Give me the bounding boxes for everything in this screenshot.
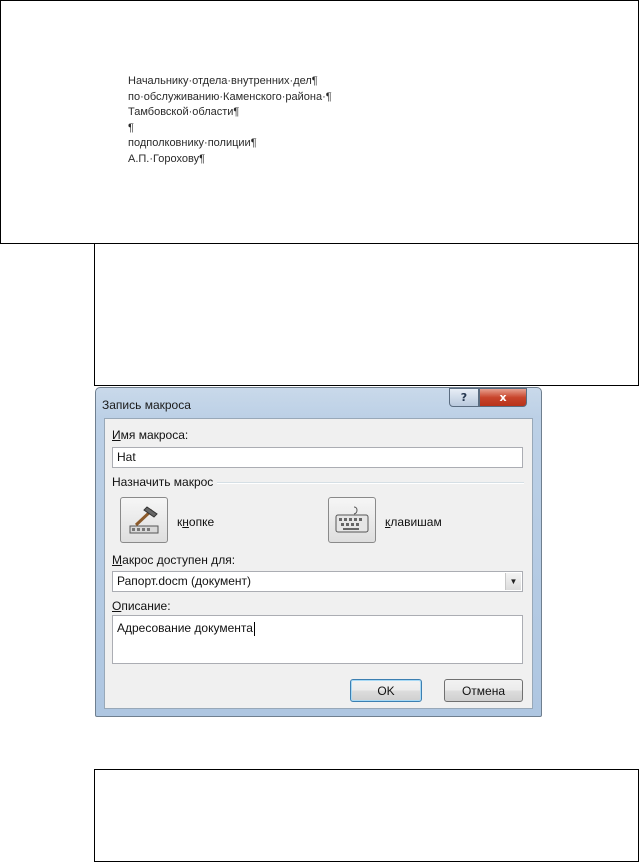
help-icon: ?	[460, 391, 468, 404]
help-button[interactable]: ?	[449, 388, 479, 407]
assign-separator	[217, 482, 524, 484]
hammer-icon	[129, 506, 159, 534]
cancel-button[interactable]: Отмена	[444, 679, 523, 702]
description-value: Адресование документа	[117, 621, 253, 635]
document-line: подполковнику·полиции¶	[128, 137, 257, 149]
text-cursor	[253, 621, 255, 636]
keyboard-option-label: клавишам	[385, 515, 442, 529]
assign-to-keyboard-button[interactable]	[328, 497, 376, 543]
document-line: по·обслуживанию·Каменского·района·¶	[128, 90, 332, 103]
description-label: Описание:	[112, 599, 171, 613]
document-frame-middle	[94, 243, 639, 386]
dialog-titlebar[interactable]: Запись макроса ? x	[96, 388, 541, 418]
description-textarea[interactable]: Адресование документа	[112, 615, 523, 664]
close-button[interactable]: x	[479, 388, 527, 407]
ok-button[interactable]: OK	[350, 679, 422, 702]
record-macro-dialog: Запись макроса ? x Имя макроса: Hat Назн…	[95, 387, 542, 717]
document-line: Тамбовской·области¶	[128, 106, 240, 118]
macro-name-input[interactable]: Hat	[112, 447, 523, 468]
cancel-button-label: Отмена	[461, 683, 506, 698]
assign-to-button-button[interactable]	[120, 497, 168, 543]
store-macro-value: Рапорт.docm (документ)	[117, 574, 252, 588]
dialog-body: Имя макроса: Hat Назначить макрос кнопке	[104, 418, 533, 709]
document-line: А.П.·Горохову¶	[128, 152, 205, 165]
store-macro-select[interactable]: Рапорт.docm (документ) ▼	[112, 571, 523, 592]
macro-name-value: Hat	[117, 450, 136, 464]
document-line: ¶	[128, 121, 134, 134]
document-line: Начальнику·отдела·внутренних·дел¶	[128, 75, 318, 87]
document-text: Начальнику·отдела·внутренних·дел¶ по·обс…	[128, 74, 332, 167]
dialog-title: Запись макроса	[102, 398, 191, 412]
close-icon: x	[499, 391, 507, 404]
chevron-down-icon[interactable]: ▼	[505, 573, 521, 590]
macro-name-label: Имя макроса:	[112, 428, 189, 442]
button-option-label: кнопке	[177, 515, 215, 529]
ok-button-label: OK	[377, 683, 395, 698]
assign-macro-label: Назначить макрос	[112, 475, 214, 489]
document-frame-bottom	[94, 769, 639, 862]
store-macro-label: Макрос доступен для:	[112, 553, 236, 567]
keyboard-icon	[335, 506, 369, 533]
